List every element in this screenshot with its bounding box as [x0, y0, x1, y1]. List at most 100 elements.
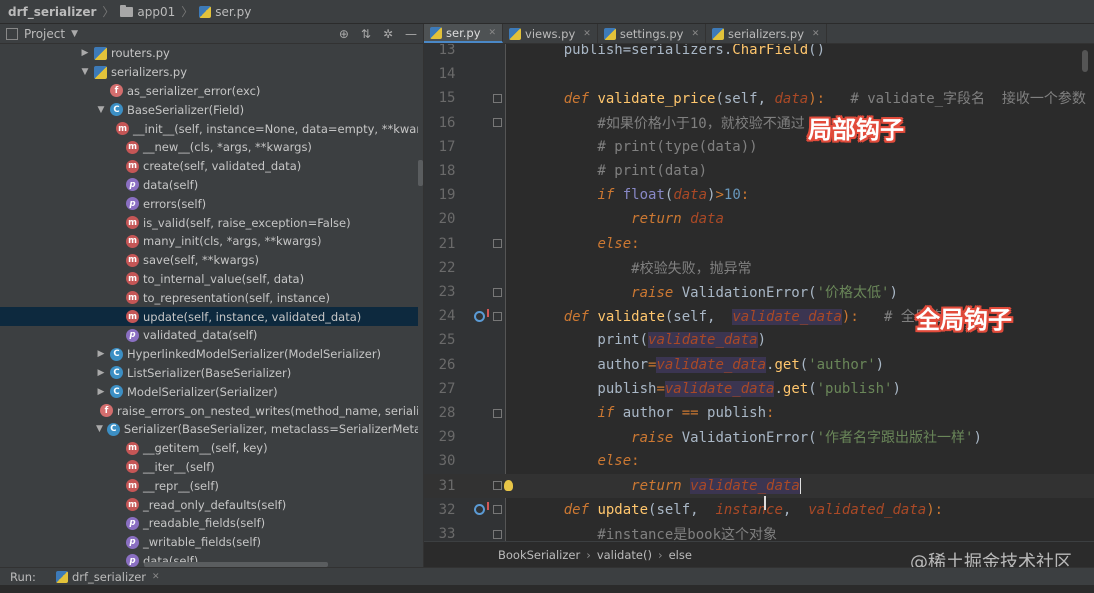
gear-icon[interactable]: ✲: [383, 27, 393, 41]
tree-item[interactable]: m create(self, validated_data): [0, 157, 418, 176]
collapse-arrow-icon[interactable]: ▶: [96, 349, 106, 359]
editor-breadcrumb-item[interactable]: validate(): [597, 548, 652, 562]
code-line[interactable]: 32 def update(self, instance, validated_…: [424, 498, 1094, 522]
code-text[interactable]: raise ValidationError('价格太低'): [506, 282, 898, 302]
tree-item[interactable]: m to_representation(self, instance): [0, 288, 418, 307]
code-line[interactable]: 31 return validate_data: [424, 473, 1094, 498]
code-text[interactable]: if float(data)>10:: [506, 187, 749, 203]
collapse-icon[interactable]: ⇅: [361, 27, 371, 41]
code-line[interactable]: 19 if float(data)>10:: [424, 183, 1094, 207]
editor-breadcrumb-item[interactable]: else: [669, 548, 692, 562]
close-icon[interactable]: ✕: [691, 29, 699, 39]
tree-item[interactable]: m __repr__(self): [0, 476, 418, 495]
override-method-icon[interactable]: [473, 502, 489, 516]
tree-item[interactable]: m update(self, instance, validated_data): [0, 307, 418, 326]
project-vertical-scrollbar[interactable]: [418, 160, 423, 186]
run-config-tab[interactable]: drf_serializer: [72, 570, 146, 584]
tree-item[interactable]: ▼ serializers.py: [0, 63, 418, 82]
code-text[interactable]: return validate_data: [506, 477, 802, 494]
console-output[interactable]: [0, 585, 1094, 593]
target-icon[interactable]: ⊕: [339, 27, 349, 41]
code-text[interactable]: if author == publish:: [506, 405, 774, 421]
editor-tab[interactable]: views.py ✕: [503, 24, 598, 43]
code-text[interactable]: def validate(self, validate_data): # 全局钩…: [506, 306, 957, 326]
code-line[interactable]: 33 #instance是book这个对象: [424, 522, 1094, 541]
tree-item[interactable]: p _writable_fields(self): [0, 533, 418, 552]
fold-icon[interactable]: [492, 311, 502, 321]
tree-item[interactable]: ▼ C BaseSerializer(Field): [0, 100, 418, 119]
code-text[interactable]: def validate_price(self, data): # valida…: [506, 88, 1086, 108]
code-line[interactable]: 22 #校验失败，抛异常: [424, 256, 1094, 280]
project-tree[interactable]: ▶ routers.py ▼ serializers.py f as_serializer…: [0, 44, 418, 567]
tree-item[interactable]: m _read_only_defaults(self): [0, 495, 418, 514]
close-icon[interactable]: ✕: [152, 572, 160, 582]
code-line[interactable]: 15 def validate_price(self, data): # val…: [424, 86, 1094, 110]
tree-item[interactable]: f raise_errors_on_nested_writes(method_na…: [0, 401, 418, 420]
tree-item[interactable]: m to_internal_value(self, data): [0, 270, 418, 289]
tree-item[interactable]: p errors(self): [0, 194, 418, 213]
tree-item[interactable]: ▶ C HyperlinkedModelSerializer(ModelSerial…: [0, 345, 418, 364]
tree-item[interactable]: f as_serializer_error(exc): [0, 82, 418, 101]
breadcrumb-folder[interactable]: app01: [120, 4, 175, 19]
project-title[interactable]: Project: [24, 27, 65, 41]
code-line[interactable]: 27 publish=validate_data.get('publish'): [424, 377, 1094, 401]
expand-arrow-icon[interactable]: ▼: [96, 424, 103, 434]
editor-breadcrumb-item[interactable]: BookSerializer: [498, 548, 580, 562]
chevron-down-icon[interactable]: ▼: [71, 29, 78, 39]
tree-item[interactable]: m __getitem__(self, key): [0, 439, 418, 458]
expand-arrow-icon[interactable]: ▼: [96, 105, 106, 115]
code-text[interactable]: #校验失败，抛异常: [506, 258, 751, 278]
tree-item[interactable]: m __init__(self, instance=None, data=empt…: [0, 119, 418, 138]
code-line[interactable]: 30 else:: [424, 449, 1094, 473]
tree-item[interactable]: m __iter__(self): [0, 458, 418, 477]
expand-arrow-icon[interactable]: ▼: [80, 67, 90, 77]
code-line[interactable]: 28 if author == publish:: [424, 401, 1094, 425]
code-line[interactable]: 18 # print(data): [424, 159, 1094, 183]
hide-icon[interactable]: —: [405, 27, 417, 41]
code-text[interactable]: print(validate_data): [506, 332, 766, 349]
fold-icon[interactable]: [492, 93, 502, 103]
override-method-icon[interactable]: [473, 308, 489, 322]
fold-icon[interactable]: [492, 408, 502, 418]
code-text[interactable]: publish=validate_data.get('publish'): [506, 380, 901, 397]
lightbulb-icon[interactable]: [504, 479, 513, 491]
fold-icon[interactable]: [492, 118, 502, 128]
close-icon[interactable]: ✕: [583, 29, 591, 39]
close-icon[interactable]: ✕: [812, 29, 820, 39]
tree-item[interactable]: m save(self, **kwargs): [0, 251, 418, 270]
code-line[interactable]: 16 #如果价格小于10，就校验不通过: [424, 111, 1094, 135]
tree-item[interactable]: m is_valid(self, raise_exception=False): [0, 213, 418, 232]
tree-item[interactable]: m many_init(cls, *args, **kwargs): [0, 232, 418, 251]
tree-item[interactable]: p _readable_fields(self): [0, 514, 418, 533]
code-line[interactable]: 20 return data: [424, 207, 1094, 231]
collapse-arrow-icon[interactable]: ▶: [80, 48, 90, 58]
code-text[interactable]: raise ValidationError('作者名字跟出版社一样'): [506, 427, 982, 447]
editor-tab[interactable]: serializers.py ✕: [706, 24, 827, 43]
code-line[interactable]: 29 raise ValidationError('作者名字跟出版社一样'): [424, 425, 1094, 449]
code-line[interactable]: 13 publish=serializers.CharField(): [424, 44, 1094, 62]
collapse-arrow-icon[interactable]: ▶: [96, 368, 106, 378]
code-text[interactable]: # print(type(data)): [506, 139, 757, 155]
tree-item[interactable]: p validated_data(self): [0, 326, 418, 345]
collapse-arrow-icon[interactable]: ▶: [96, 387, 106, 397]
breadcrumb-project[interactable]: drf_serializer: [8, 5, 96, 19]
close-icon[interactable]: ✕: [489, 28, 497, 38]
code-text[interactable]: def update(self, instance, validated_dat…: [506, 502, 943, 518]
tree-item[interactable]: ▼ C Serializer(BaseSerializer, metaclass=S…: [0, 420, 418, 439]
code-text[interactable]: else:: [506, 236, 639, 252]
code-line[interactable]: 14: [424, 62, 1094, 86]
code-editor[interactable]: 13 publish=serializers.CharField() 14 15 d…: [424, 44, 1094, 541]
code-line[interactable]: 21 else:: [424, 232, 1094, 256]
tree-item[interactable]: m __new__(cls, *args, **kwargs): [0, 138, 418, 157]
tree-item[interactable]: ▶ routers.py: [0, 44, 418, 63]
code-text[interactable]: else:: [506, 453, 639, 469]
code-text[interactable]: author=validate_data.get('author'): [506, 356, 884, 373]
fold-icon[interactable]: [492, 481, 502, 491]
tree-item[interactable]: p data(self): [0, 176, 418, 195]
code-line[interactable]: 26 author=validate_data.get('author'): [424, 353, 1094, 377]
tree-item[interactable]: ▶ C ListSerializer(BaseSerializer): [0, 364, 418, 383]
fold-icon[interactable]: [492, 505, 502, 515]
fold-icon[interactable]: [492, 529, 502, 539]
code-text[interactable]: #instance是book这个对象: [506, 524, 777, 541]
tree-item[interactable]: ▶ C ModelSerializer(Serializer): [0, 382, 418, 401]
